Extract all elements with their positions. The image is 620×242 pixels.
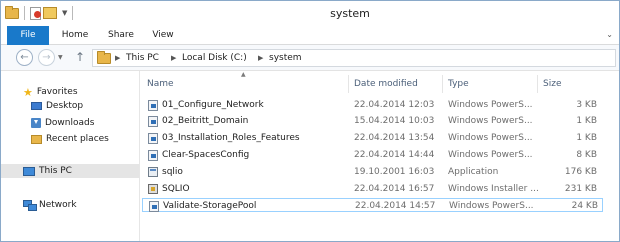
file-size: 176 KB <box>564 167 597 177</box>
recent-locations-chevron-icon[interactable]: ▼ <box>58 54 63 61</box>
star-icon: ★ <box>23 85 33 99</box>
column-header-size[interactable]: Size <box>538 75 600 93</box>
file-size: 231 KB <box>564 184 597 194</box>
file-date: 22.04.2014 14:44 <box>354 150 435 160</box>
file-size: 1 KB <box>576 116 597 126</box>
tab-home[interactable]: Home <box>55 26 95 45</box>
nav-item-desktop[interactable]: Desktop <box>31 99 83 113</box>
back-button[interactable]: ← <box>16 49 33 66</box>
ribbon-tabs: File Home Share View ⌄ <box>1 26 619 45</box>
file-date: 19.10.2001 16:03 <box>354 167 435 177</box>
tab-view[interactable]: View <box>145 26 181 45</box>
tab-share[interactable]: Share <box>101 26 141 45</box>
file-name: sqlio <box>162 167 183 177</box>
address-bar[interactable]: ▶ This PC ▶ Local Disk (C:) ▶ system <box>92 49 616 67</box>
file-row-selected[interactable]: Validate-StoragePool 22.04.2014 14:57 Wi… <box>142 198 603 212</box>
file-type: Application <box>448 167 499 177</box>
file-type: Windows PowerS... <box>448 100 533 110</box>
nav-item-downloads[interactable]: Downloads <box>31 116 94 130</box>
powershell-script-icon <box>148 99 158 111</box>
powershell-script-icon <box>148 149 158 161</box>
nav-item-favorites[interactable]: ★ Favorites <box>23 85 78 99</box>
window-title: system <box>330 7 370 20</box>
file-size: 1 KB <box>576 133 597 143</box>
recent-places-icon <box>31 134 42 144</box>
file-row[interactable]: 01_Configure_Network 22.04.2014 12:03 Wi… <box>142 98 603 112</box>
file-row[interactable]: sqlio 19.10.2001 16:03 Application 176 K… <box>142 165 603 179</box>
breadcrumb-system[interactable]: system <box>269 52 302 65</box>
file-date: 22.04.2014 16:57 <box>354 184 435 194</box>
file-type: Windows PowerS... <box>448 116 533 126</box>
powershell-script-icon <box>148 132 158 144</box>
breadcrumb-separator-icon[interactable]: ▶ <box>115 52 120 65</box>
expand-ribbon-chevron-icon[interactable]: ⌄ <box>606 30 613 39</box>
file-row[interactable]: SQLIO 22.04.2014 16:57 Windows Installer… <box>142 182 603 196</box>
breadcrumb-local-disk[interactable]: Local Disk (C:) <box>182 52 247 65</box>
file-size: 3 KB <box>576 100 597 110</box>
nav-item-recent-places[interactable]: Recent places <box>31 132 109 146</box>
application-icon <box>148 167 158 177</box>
file-name: 01_Configure_Network <box>162 100 264 110</box>
nav-item-label: This PC <box>39 166 72 176</box>
breadcrumb-separator-icon[interactable]: ▶ <box>258 52 263 65</box>
file-name: Validate-StoragePool <box>163 201 257 211</box>
breadcrumb-this-pc[interactable]: This PC <box>126 52 159 65</box>
file-date: 22.04.2014 12:03 <box>354 100 435 110</box>
nav-item-label: Desktop <box>46 101 84 111</box>
nav-item-network[interactable]: Network <box>23 198 77 212</box>
title-bar: ▼ system <box>1 1 619 26</box>
column-header-date-modified[interactable]: Date modified <box>349 75 443 93</box>
desktop-icon <box>31 102 42 110</box>
file-row[interactable]: 02_Beitritt_Domain 15.04.2014 10:03 Wind… <box>142 114 603 128</box>
powershell-script-icon <box>149 200 159 212</box>
file-list: ▲ Name Date modified Type Size 01_Config… <box>140 71 619 241</box>
file-name: SQLIO <box>162 184 190 194</box>
column-header-name[interactable]: Name <box>142 75 349 93</box>
file-name: 03_Installation_Roles_Features <box>162 133 300 143</box>
installer-icon <box>148 184 158 194</box>
column-header-row: Name Date modified Type Size <box>140 75 619 93</box>
column-header-type[interactable]: Type <box>443 75 538 93</box>
file-size: 8 KB <box>576 150 597 160</box>
nav-item-label: Recent places <box>46 134 109 144</box>
downloads-icon <box>31 118 41 128</box>
file-row[interactable]: 03_Installation_Roles_Features 22.04.201… <box>142 131 603 145</box>
file-size: 24 KB <box>571 201 598 211</box>
file-type: Windows PowerS... <box>449 201 534 211</box>
file-name: 02_Beitritt_Domain <box>162 116 249 126</box>
computer-icon <box>23 166 35 176</box>
nav-item-this-pc[interactable]: This PC <box>1 164 139 178</box>
nav-item-label: Network <box>39 200 77 210</box>
file-type: Windows Installer ... <box>448 184 538 194</box>
explorer-window: ▼ system File Home Share View ⌄ ← → ▼ ↑ … <box>0 0 620 242</box>
file-row[interactable]: Clear-SpacesConfig 22.04.2014 14:44 Wind… <box>142 148 603 162</box>
network-icon <box>23 200 37 211</box>
breadcrumb-separator-icon[interactable]: ▶ <box>171 52 176 65</box>
nav-item-label: Downloads <box>45 118 95 128</box>
file-date: 15.04.2014 10:03 <box>354 116 435 126</box>
file-date: 22.04.2014 13:54 <box>354 133 435 143</box>
forward-button[interactable]: → <box>38 49 55 66</box>
file-type: Windows PowerS... <box>448 150 533 160</box>
nav-item-label: Favorites <box>36 87 78 97</box>
file-date: 22.04.2014 14:57 <box>355 201 436 211</box>
folder-icon <box>97 51 111 64</box>
file-name: Clear-SpacesConfig <box>162 150 250 160</box>
powershell-script-icon <box>148 115 158 127</box>
navigation-bar: ← → ▼ ↑ ▶ This PC ▶ Local Disk (C:) ▶ sy… <box>1 45 619 71</box>
tab-file[interactable]: File <box>7 26 49 45</box>
up-arrow-icon[interactable]: ↑ <box>75 50 85 64</box>
file-type: Windows PowerS... <box>448 133 533 143</box>
navigation-pane: ★ Favorites Desktop Downloads Recent pla… <box>1 71 139 241</box>
